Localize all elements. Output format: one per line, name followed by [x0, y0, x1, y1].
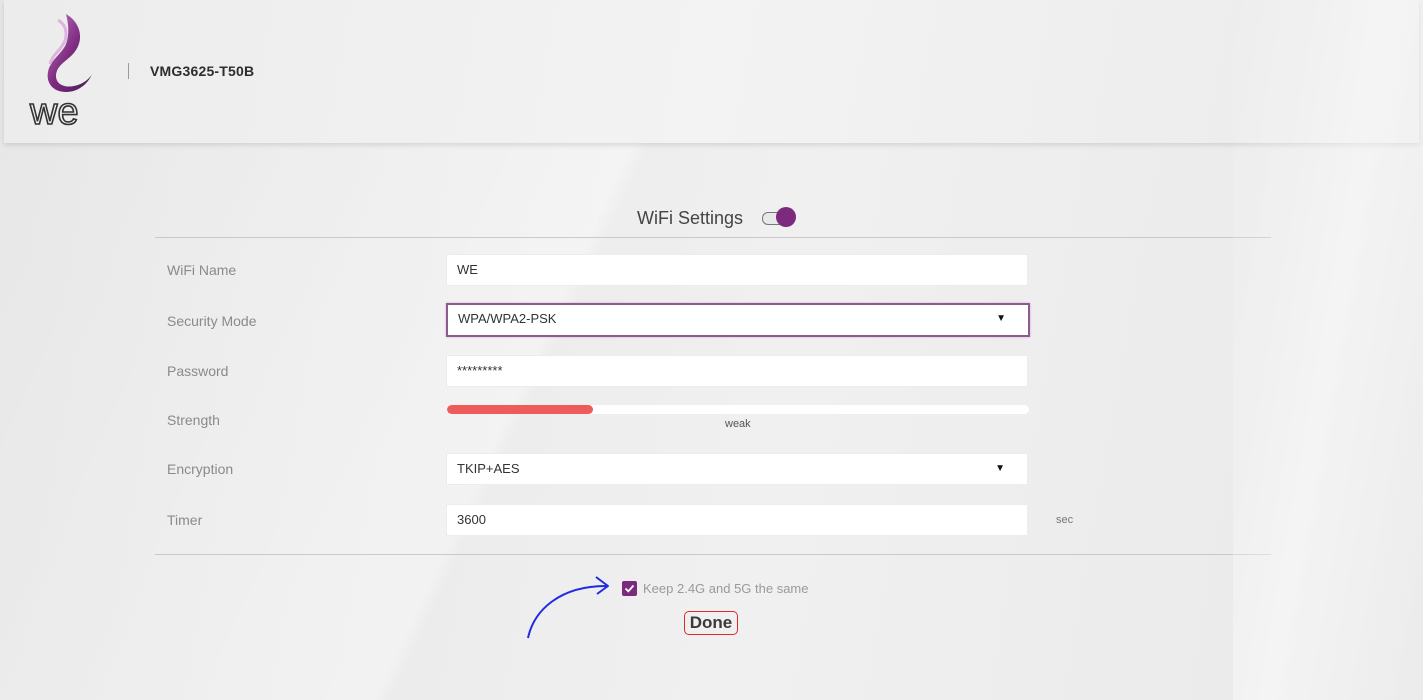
strength-meter — [447, 405, 1029, 414]
toggle-knob — [776, 207, 796, 227]
header: we VMG3625-T50B — [4, 0, 1419, 143]
strength-label: Strength — [167, 412, 220, 428]
chevron-down-icon: ▼ — [996, 313, 1006, 324]
device-model: VMG3625-T50B — [150, 63, 255, 79]
wifi-toggle[interactable] — [762, 207, 796, 228]
checkmark-icon — [624, 584, 635, 593]
done-button[interactable]: Done — [684, 611, 738, 635]
security-mode-label: Security Mode — [167, 313, 257, 329]
security-mode-select[interactable]: WPA/WPA2-PSK ▼ — [446, 303, 1030, 337]
we-logo-icon: we — [28, 14, 92, 130]
timer-label: Timer — [167, 512, 203, 528]
section-title: WiFi Settings — [637, 208, 744, 228]
top-divider — [155, 237, 1271, 238]
wifi-name-label: WiFi Name — [167, 262, 237, 278]
section-header: WiFi Settings — [637, 206, 743, 230]
bottom-divider — [155, 554, 1271, 555]
page-background: we VMG3625-T50B WiFi Settings WiFi Name … — [0, 0, 1423, 700]
strength-text: weak — [725, 418, 751, 430]
timer-unit: sec — [1056, 514, 1074, 526]
annotation-arrow-icon — [527, 576, 609, 639]
security-mode-value: WPA/WPA2-PSK — [458, 311, 557, 326]
header-divider — [128, 63, 129, 79]
timer-input[interactable]: 3600 — [446, 504, 1028, 536]
keep-same-checkbox[interactable] — [622, 581, 637, 596]
encryption-value: TKIP+AES — [457, 461, 520, 476]
password-input[interactable]: ********* — [446, 355, 1028, 387]
chevron-down-icon: ▼ — [995, 463, 1005, 474]
keep-same-label: Keep 2.4G and 5G the same — [643, 581, 809, 596]
svg-text:we: we — [29, 91, 79, 130]
password-label: Password — [167, 363, 229, 379]
encryption-label: Encryption — [167, 461, 234, 477]
strength-fill — [447, 405, 593, 414]
encryption-select[interactable]: TKIP+AES ▼ — [446, 453, 1028, 485]
wifi-name-input[interactable]: WE — [446, 254, 1028, 286]
